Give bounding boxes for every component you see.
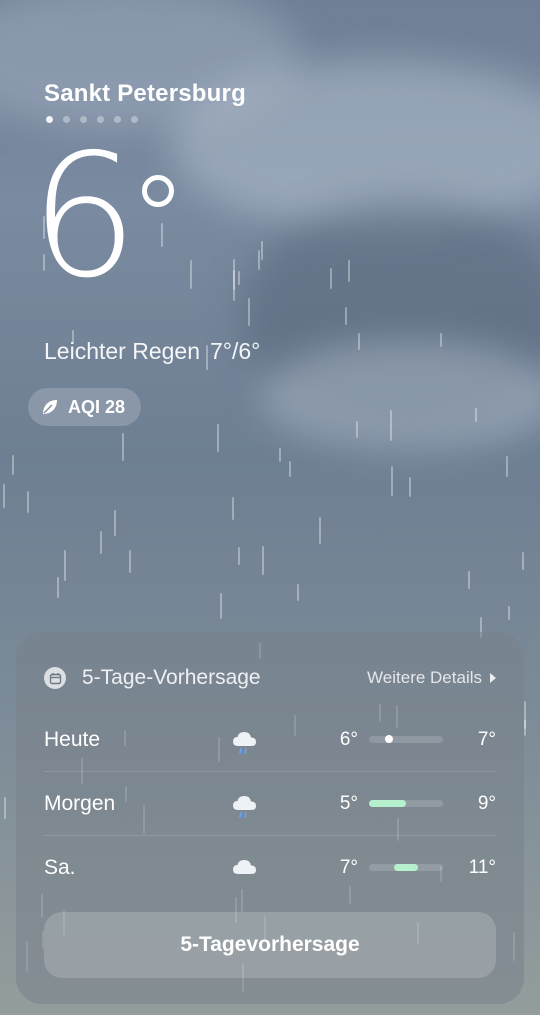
temperature-range-bar [369,800,443,807]
raindrop [100,531,102,554]
raindrop [217,424,219,452]
raindrop [12,455,14,475]
raindrop [4,797,6,819]
temperature-range-fill [369,800,406,807]
chevron-right-icon [490,673,496,683]
raindrop [289,461,291,477]
rain-cloud-icon [230,790,260,820]
raindrop [238,271,240,285]
raindrop [27,491,29,513]
raindrop [508,606,510,620]
forecast-card: 5-Tage-Vorhersage Weitere Details Heute 6… [16,632,524,1004]
forecast-high: 7° [477,728,496,750]
raindrop [220,593,222,619]
forecast-day: Heute [44,727,101,751]
raindrop [524,720,526,736]
raindrop [345,307,347,325]
forecast-row[interactable]: Sa. 7° 11° [44,836,496,899]
raindrop [409,477,411,497]
rain-cloud-icon [230,726,260,756]
raindrop [238,547,240,565]
forecast-row[interactable]: Heute 6° 7° [44,708,496,772]
raindrop [129,550,131,573]
raindrop [57,577,59,598]
degree-symbol [142,175,175,207]
raindrop [390,410,392,441]
raindrop [330,268,332,289]
city-name: Sankt Petersburg [44,80,246,107]
forecast-low: 6° [339,728,358,750]
forecast-low: 7° [339,856,358,878]
raindrop [279,448,281,462]
more-details-label: Weitere Details [367,668,482,687]
current-temp-marker [385,735,394,743]
more-details-link[interactable]: Weitere Details [367,668,496,688]
raindrop [440,333,442,347]
forecast-day: Sa. [44,855,76,879]
aqi-badge[interactable]: AQI 28 [28,388,142,426]
raindrop [114,510,116,536]
raindrop [356,421,358,438]
forecast-low: 5° [339,792,358,814]
temperature-range-fill [393,864,419,871]
forecast-day: Morgen [44,791,116,815]
forecast-row[interactable]: Morgen 5° 9° [44,772,496,836]
current-temperature: 6 [30,118,175,316]
condition-line: Leichter Regen 7°/6° [44,338,260,365]
raindrop [233,259,235,290]
leaf-icon [43,400,57,414]
raindrop [261,241,263,260]
raindrop [522,552,524,570]
temperature-value: 6 [30,118,138,316]
aqi-label: AQI 28 [68,396,126,417]
cloud-shape [260,340,540,450]
raindrop [391,466,393,496]
calendar-icon [44,667,66,689]
raindrop [348,260,350,282]
condition-text: Leichter Regen [44,338,200,364]
raindrop [262,546,264,575]
raindrop [468,571,470,589]
forecast-title: 5-Tage-Vorhersage [82,666,261,689]
raindrop [190,260,192,289]
forecast-header: 5-Tage-Vorhersage Weitere Details [44,666,496,690]
raindrop [248,298,250,326]
cloud-icon [230,854,260,884]
temperature-range-bar [369,864,443,871]
raindrop [358,333,360,350]
raindrop [319,517,321,544]
raindrop [122,433,124,461]
temperature-range-bar [369,735,443,743]
raindrop [258,250,260,270]
raindrop [64,550,66,581]
five-day-forecast-button[interactable]: 5-Tagevorhersage [44,912,496,978]
raindrop [3,484,5,508]
forecast-high: 9° [477,792,496,814]
forecast-high: 11° [468,856,496,878]
forecast-list: Heute 6° 7° Morgen 5° 9° Sa. 7° 11° [44,708,496,899]
raindrop [475,408,477,422]
raindrop [297,584,299,601]
raindrop [506,456,508,477]
high-low-temp: 7°/6° [210,338,261,364]
raindrop [232,497,234,520]
